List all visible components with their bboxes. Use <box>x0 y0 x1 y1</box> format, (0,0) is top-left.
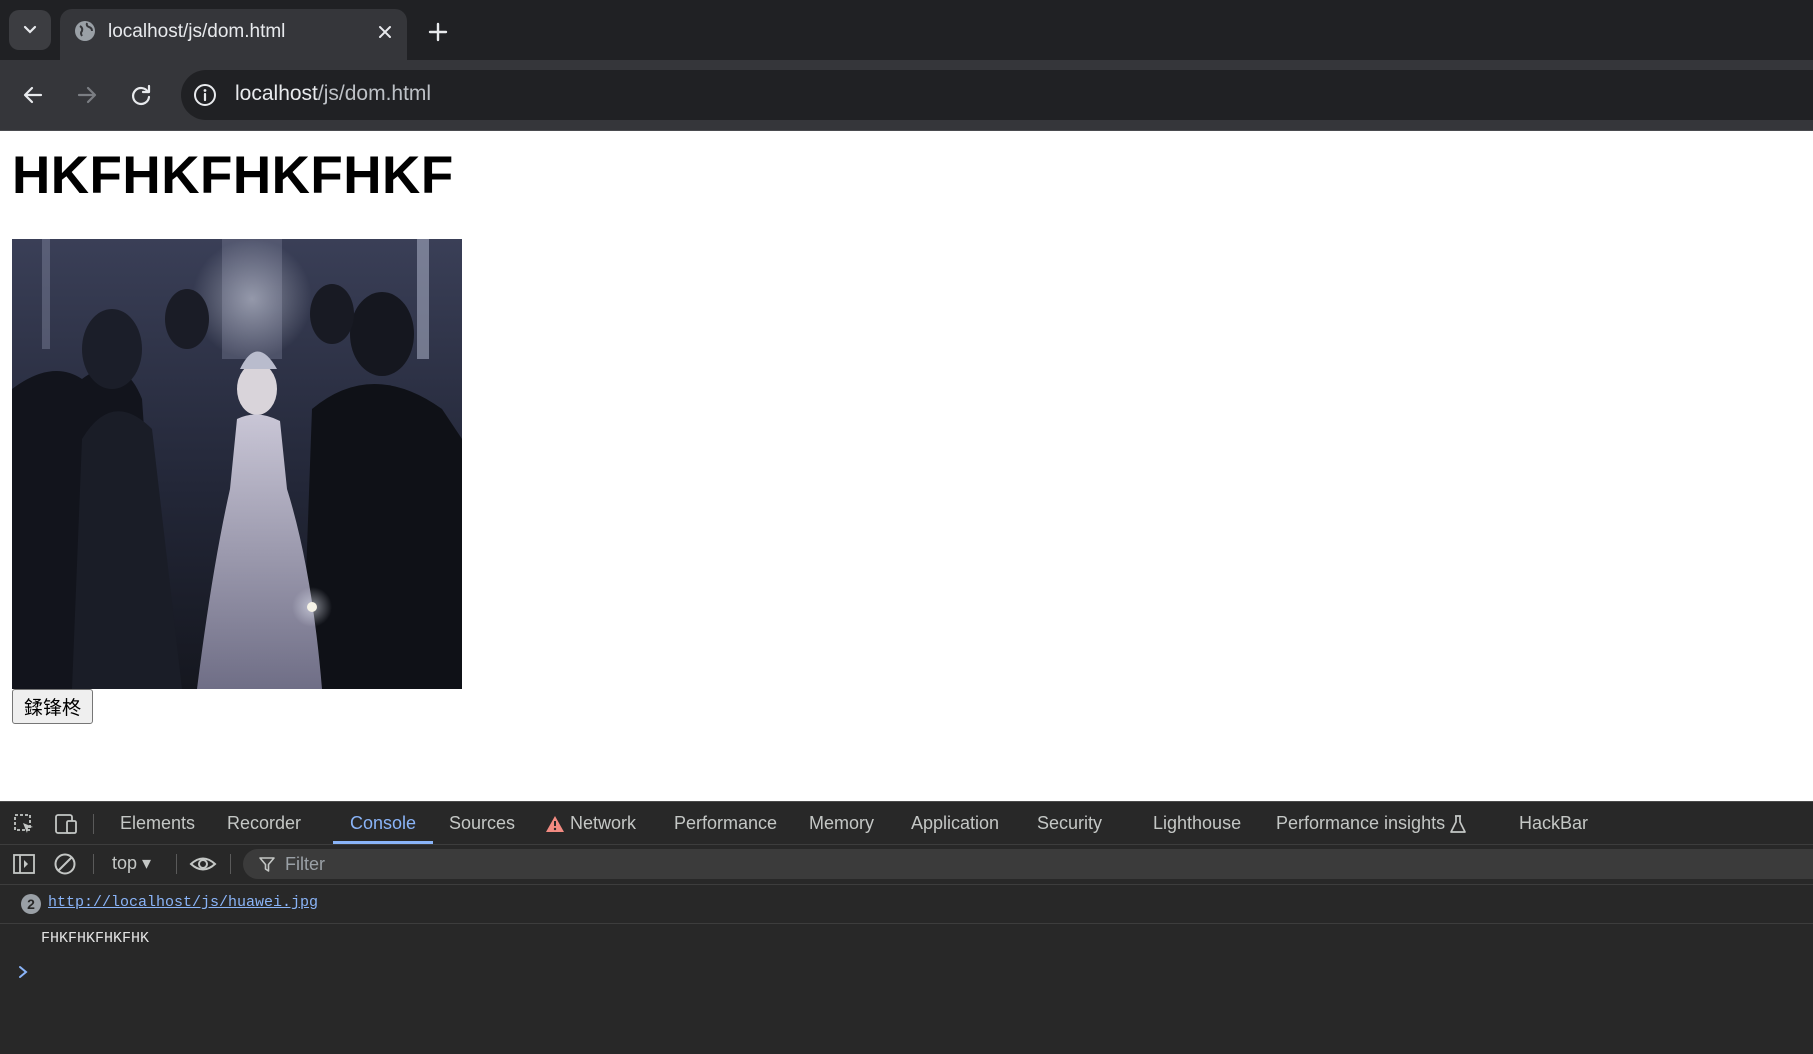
context-value: top <box>112 853 138 873</box>
device-toolbar-icon[interactable] <box>53 812 79 836</box>
context-selector[interactable]: top ▾ <box>112 853 151 874</box>
tab-hackbar[interactable]: HackBar <box>1519 813 1588 834</box>
address-bar[interactable]: localhost/js/dom.html <box>181 70 1813 120</box>
tab-application[interactable]: Application <box>911 813 999 834</box>
url-path: /js/dom.html <box>317 82 432 105</box>
tab-search-button[interactable] <box>9 10 51 50</box>
browser-tab[interactable]: localhost/js/dom.html <box>60 9 407 60</box>
console-link[interactable]: http://localhost/js/huawei.jpg <box>48 894 318 911</box>
back-icon[interactable] <box>18 80 48 110</box>
console-toolbar: top ▾ Filter <box>0 844 1813 885</box>
refresh-button[interactable]: 鍒锋柊 <box>12 689 94 724</box>
close-icon[interactable] <box>374 21 396 43</box>
inspect-element-icon[interactable] <box>12 812 36 836</box>
tab-title: localhost/js/dom.html <box>108 21 286 42</box>
devtools-tabbar: Elements Recorder Console Sources Networ… <box>0 802 1813 845</box>
console-message: 2 http://localhost/js/huawei.jpg <box>0 884 1813 924</box>
tab-console[interactable]: Console <box>350 813 416 834</box>
tab-network[interactable]: Network <box>570 813 636 834</box>
page-heading: HKFHKFHKFHKF <box>12 146 454 205</box>
tab-security[interactable]: Security <box>1037 813 1102 834</box>
browser-toolbar: localhost/js/dom.html <box>0 60 1813 131</box>
tab-memory[interactable]: Memory <box>809 813 874 834</box>
tab-recorder[interactable]: Recorder <box>227 813 301 834</box>
forward-icon[interactable] <box>72 80 102 110</box>
tab-performance-insights[interactable]: Performance insights <box>1276 813 1445 834</box>
url-host: localhost <box>235 82 318 105</box>
warning-icon <box>546 816 564 832</box>
dropdown-arrow-icon: ▾ <box>142 853 152 873</box>
photo-image <box>12 239 462 689</box>
devtools-panel: Elements Recorder Console Sources Networ… <box>0 801 1813 1054</box>
repeat-count-badge: 2 <box>21 894 41 914</box>
sidebar-toggle-icon[interactable] <box>12 853 36 875</box>
filter-placeholder: Filter <box>285 854 325 874</box>
tab-elements[interactable]: Elements <box>120 813 195 834</box>
experiment-flask-icon <box>1450 815 1466 833</box>
console-output-text: FHKFHKFHKFHK <box>41 930 150 947</box>
filter-input[interactable]: Filter <box>243 849 1813 879</box>
globe-icon <box>75 21 95 41</box>
filter-icon <box>259 857 275 872</box>
chevron-down-icon <box>23 25 37 34</box>
new-tab-icon[interactable] <box>424 18 452 46</box>
console-prompt-icon[interactable] <box>16 965 30 979</box>
page-viewport: HKFHKFHKFHKF 鍒锋柊 <box>0 131 1813 801</box>
clear-console-icon[interactable] <box>53 852 77 876</box>
tab-strip: localhost/js/dom.html <box>0 0 1813 60</box>
url-text[interactable]: localhost/js/dom.html <box>235 82 431 106</box>
reload-icon[interactable] <box>126 80 156 110</box>
tab-sources[interactable]: Sources <box>449 813 515 834</box>
info-icon[interactable] <box>192 82 218 108</box>
tab-lighthouse[interactable]: Lighthouse <box>1153 813 1241 834</box>
eye-icon[interactable] <box>189 852 217 876</box>
tab-performance[interactable]: Performance <box>674 813 777 834</box>
